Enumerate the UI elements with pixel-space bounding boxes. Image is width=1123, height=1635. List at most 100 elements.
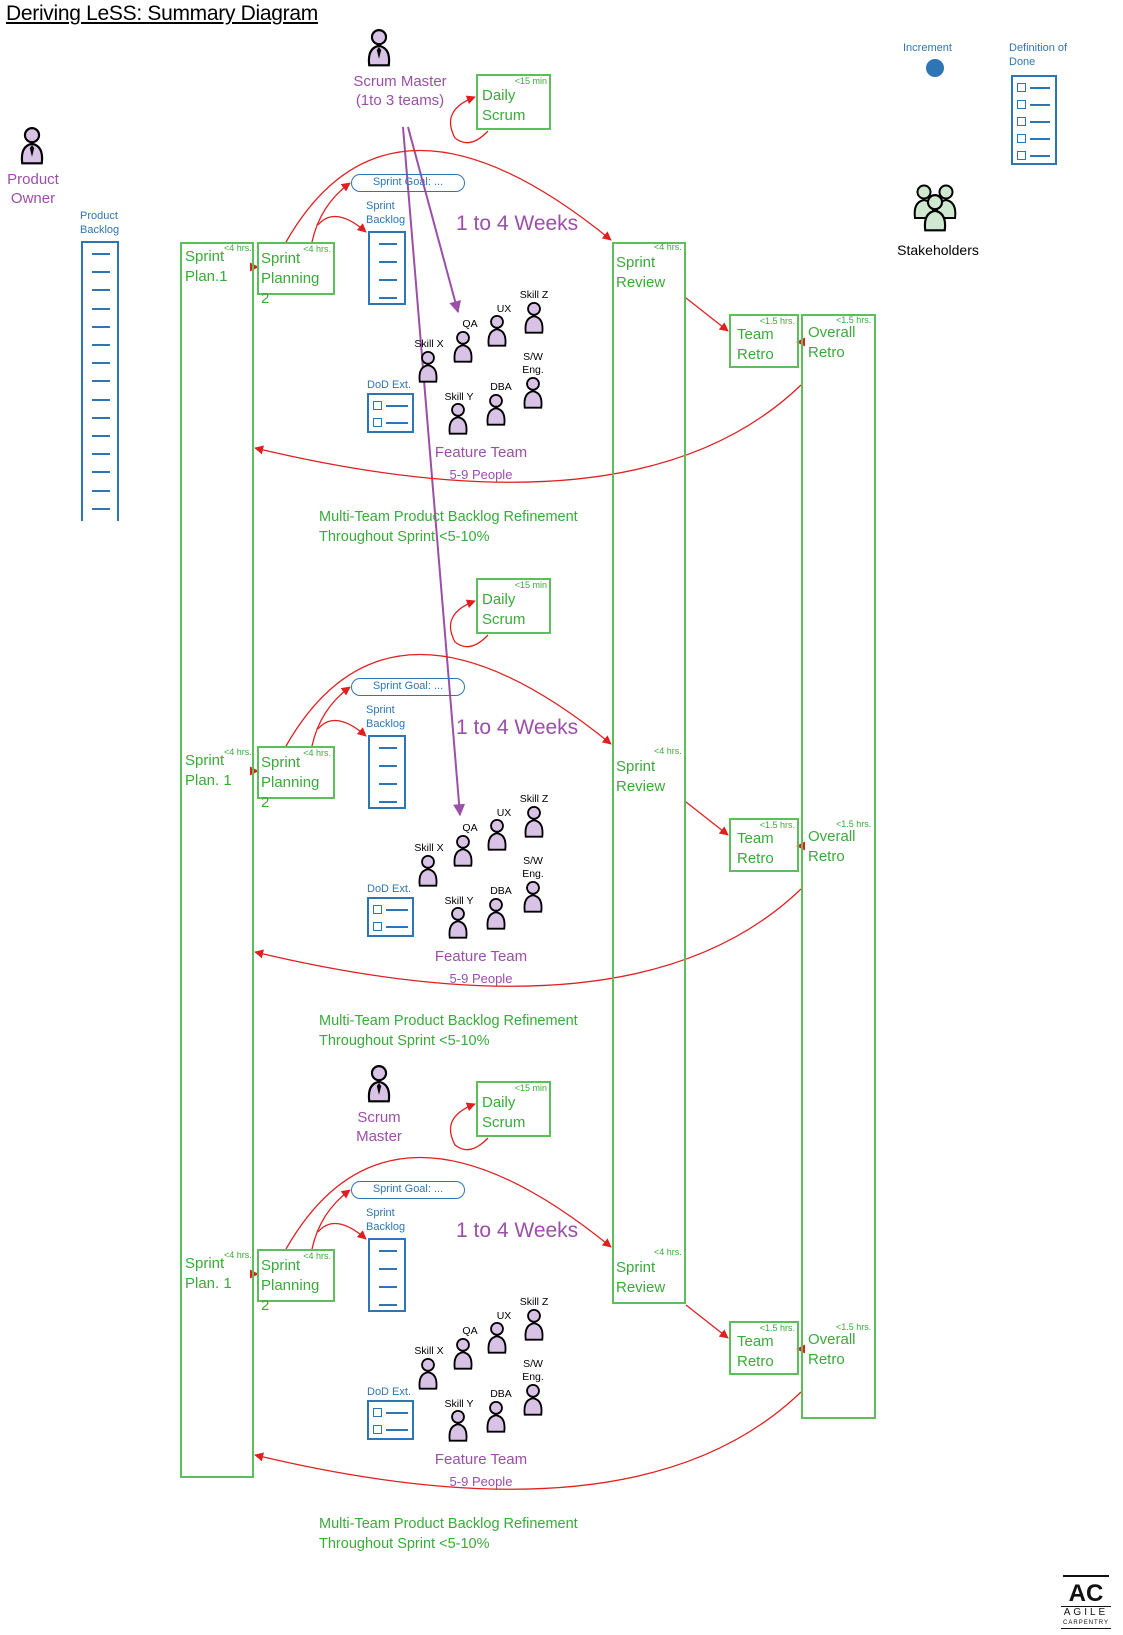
review-to-retro-arrow (685, 297, 729, 332)
sprint-backlog-label: Sprint Backlog (366, 200, 406, 226)
dod-item-line (386, 422, 408, 424)
daily-scrum-label: Daily Scrum (482, 591, 526, 628)
scrum-master-label: Scrum Master (1to 3 teams) (353, 73, 447, 109)
sprint-planning-2-label: Sprint Planning 2 (261, 250, 320, 307)
backlog-refinement-label: Multi-Team Product Backlog Refinement Th… (319, 1013, 578, 1049)
team-size-label: 5-9 People (449, 467, 513, 482)
checkbox-icon (373, 418, 382, 427)
backlog-item-line (92, 253, 110, 255)
team-member-label: DBA (490, 885, 512, 897)
team-member-icon (418, 1357, 438, 1390)
team-member-label: S/W Eng. (522, 855, 544, 880)
sprint-planning-1-duration: <4 hrs. (224, 1250, 252, 1260)
backlog-item-line (379, 1286, 397, 1288)
sprint-backlog-label: Sprint Backlog (366, 1207, 406, 1233)
team-size-label: 5-9 People (449, 1474, 513, 1489)
team-member-label: Skill X (414, 338, 444, 350)
daily-scrum-label: Daily Scrum (482, 87, 526, 124)
backlog-item-line (92, 489, 110, 492)
backlog-item-line (379, 279, 397, 281)
checkbox-icon (373, 1408, 382, 1417)
backlog-item-line (379, 801, 397, 803)
team-member-icon (486, 1400, 506, 1433)
dod-item-line (1030, 87, 1050, 89)
overall-retro-label: Overall Retro (808, 828, 856, 865)
sprint-goal: Sprint Goal: ... (351, 1181, 465, 1199)
daily-scrum-box: Daily Scrum <15 min (476, 74, 551, 130)
review-to-retro-arrow (685, 1304, 729, 1339)
sprint-goal-arrow (311, 182, 351, 243)
backlog-item-line (379, 1250, 397, 1252)
team-retro-label: Team Retro (737, 326, 774, 363)
checkbox-icon (1017, 134, 1026, 143)
team-member-label: Skill Z (519, 1296, 549, 1308)
backlog-item-line (92, 435, 110, 437)
backlog-refinement-label: Multi-Team Product Backlog Refinement Th… (319, 1516, 578, 1552)
sprint-duration-label: 1 to 4 Weeks (456, 1219, 579, 1242)
team-member-icon (453, 1337, 473, 1370)
team-member-icon (448, 906, 468, 939)
team-member-icon (523, 880, 543, 913)
team-retro-label: Team Retro (737, 830, 774, 867)
product-backlog-label: Product Backlog (80, 210, 120, 236)
backlog-item-line (92, 416, 110, 419)
backlog-item-line (92, 289, 110, 292)
backlog-refinement-label: Multi-Team Product Backlog Refinement Th… (319, 509, 578, 545)
team-retro-duration: <1.5 hrs. (759, 316, 795, 326)
definition-of-done-icon (1011, 75, 1057, 165)
sprint-backlog-arrow (317, 719, 367, 737)
team-member-icon (524, 805, 544, 838)
overall-retro-label: Overall Retro (808, 324, 856, 361)
sprint-backlog-icon (368, 1238, 406, 1312)
stakeholders-icon (913, 184, 957, 232)
sprint-planning-2-duration: <4 hrs. (303, 1251, 331, 1261)
logo-line2: CARPENTRY (1061, 1619, 1111, 1629)
team-member-label: DBA (490, 381, 512, 393)
team-member-label: UX (496, 807, 512, 819)
scrum-master-icon (367, 29, 391, 67)
backlog-item-line (92, 398, 110, 401)
team-size-label: 5-9 People (449, 971, 513, 986)
sprint-backlog-icon (368, 735, 406, 809)
feature-team-label: Feature Team (434, 1451, 528, 1468)
backlog-item-line (379, 765, 397, 767)
sprint-planning-2-box: Sprint Planning 2 <4 hrs. (257, 242, 335, 307)
backlog-item-line (379, 297, 397, 299)
team-member-icon (487, 1321, 507, 1354)
review-to-retro-arrow (685, 801, 729, 836)
team-member-label: UX (496, 1310, 512, 1322)
product-backlog-icon (81, 241, 119, 521)
checkbox-icon (1017, 117, 1026, 126)
sprint-planning-1-label: Sprint Plan. 1 (185, 752, 232, 789)
dod-extension-label: DoD Ext. (367, 883, 412, 895)
backlog-item-line (379, 747, 397, 749)
feature-team-label: Feature Team (434, 444, 528, 461)
team-member-label: Skill Y (444, 895, 474, 907)
checkbox-icon (373, 905, 382, 914)
sprint-review-label: Sprint Review (616, 1259, 666, 1296)
daily-scrum-duration: <15 min (514, 76, 547, 86)
sprint-review-duration: <4 hrs. (654, 1247, 682, 1257)
checkbox-icon (373, 401, 382, 410)
overall-retro-duration: <1.5 hrs. (836, 1322, 872, 1332)
sprint-duration-label: 1 to 4 Weeks (456, 716, 579, 739)
dod-extension-label: DoD Ext. (367, 379, 412, 391)
backlog-item-line (92, 325, 110, 328)
daily-scrum-box: Daily Scrum <15 min (476, 578, 551, 634)
sprint-backlog-arrow (317, 1222, 367, 1240)
team-member-icon (448, 402, 468, 435)
backlog-item-line (92, 507, 110, 510)
team-member-label: QA (462, 1325, 478, 1337)
team-member-label: Skill Z (519, 289, 549, 301)
team-member-icon (418, 854, 438, 887)
sprint-planning-2-duration: <4 hrs. (303, 244, 331, 254)
sprint-planning-2-duration: <4 hrs. (303, 748, 331, 758)
sprint-planning-1-label: Sprint Plan.1 (185, 248, 228, 285)
sprint-planning-2-label: Sprint Planning 2 (261, 754, 320, 811)
team-retro-duration: <1.5 hrs. (759, 820, 795, 830)
checkbox-icon (1017, 83, 1026, 92)
sprint-backlog-arrow (317, 215, 367, 233)
team-member-label: S/W Eng. (522, 351, 544, 376)
sprint-goal-arrow (311, 686, 351, 747)
dod-extension-icon (367, 1400, 414, 1440)
